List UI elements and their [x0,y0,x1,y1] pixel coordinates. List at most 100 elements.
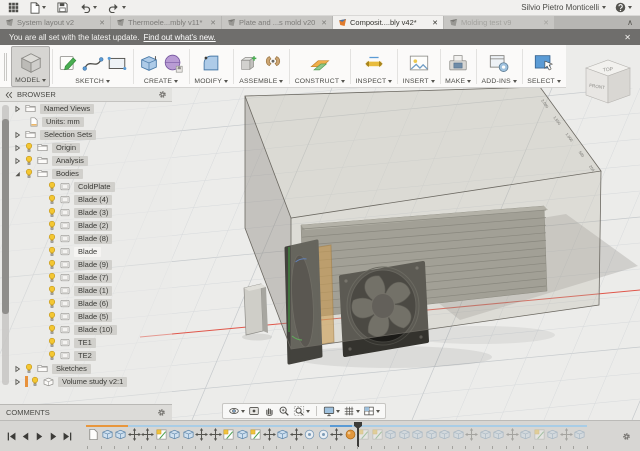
timeline-feature-move[interactable] [465,428,478,441]
timeline-feature-box[interactable] [425,428,438,441]
tree-item-label[interactable]: Blade (6) [74,298,113,309]
bulb-icon[interactable] [48,194,56,205]
bulb-icon[interactable] [48,298,56,309]
bulb-icon[interactable] [48,246,56,257]
browser-tree-row[interactable]: Sketches [0,362,172,375]
tree-item-label[interactable]: ColdPlate [74,181,115,192]
timeline-feature-sketch[interactable] [371,428,384,441]
bulb-icon[interactable] [48,207,56,218]
timeline-feature-box[interactable] [438,428,451,441]
tree-item-label[interactable]: Volume study v2:1 [58,376,128,387]
look-at-button[interactable] [248,405,260,417]
construct-plane-icon[interactable] [309,52,331,74]
browser-scrollbar-thumb[interactable] [2,119,9,314]
comments-panel[interactable]: COMMENTS [0,404,172,420]
inspect-measure-icon[interactable] [363,52,385,74]
timeline-feature-box[interactable] [546,428,559,441]
bulb-icon[interactable] [25,155,33,166]
bulb-icon[interactable] [48,181,56,192]
browser-tree-row[interactable]: Blade (9) [0,258,172,271]
coldplate-body[interactable] [243,283,268,336]
browser-tree-row[interactable]: Blade (7) [0,271,172,284]
toolbar-group-model[interactable]: MODEL [11,46,51,87]
tab-close-button[interactable]: ✕ [432,19,438,27]
bulb-icon[interactable] [48,337,56,348]
timeline-feature-revolve[interactable] [317,428,330,441]
timeline-feature-box[interactable] [236,428,249,441]
tri-right-icon[interactable] [14,105,21,113]
timeline-strip[interactable] [81,422,593,450]
make-print-icon[interactable] [447,52,469,74]
assemble-new-icon[interactable] [238,52,260,74]
timeline-feature-move[interactable] [505,428,519,441]
bulb-icon[interactable] [25,363,33,374]
browser-tree-row[interactable]: Blade (6) [0,297,172,310]
tree-item-label[interactable]: Blade (5) [74,311,113,322]
create-box-icon[interactable] [138,52,160,74]
tab-close-button[interactable]: ✕ [99,19,105,27]
browser-tree-row[interactable]: TE2 [0,349,172,362]
toolbar-group-assemble[interactable]: ASSEMBLE [235,46,287,87]
browser-tree-row[interactable]: Volume study v2:1 [0,375,172,388]
timeline-feature-move[interactable] [559,428,573,441]
zoom-button[interactable] [278,405,290,417]
sketch-rect-icon[interactable] [106,52,128,74]
tab-close-button[interactable]: ✕ [321,19,327,27]
browser-tree-row[interactable]: Named Views [0,102,172,115]
fit-button[interactable] [293,405,310,417]
user-menu[interactable]: Silvio Pietro Monticelli [521,3,606,12]
timeline-feature-sketch[interactable] [249,428,262,441]
browser-tree-row[interactable]: Blade (10) [0,323,172,336]
bulb-icon[interactable] [48,350,56,361]
select-window-icon[interactable] [533,52,555,74]
display-settings-button[interactable] [323,405,340,417]
toolbar-group-inspect[interactable]: INSPECT [353,46,396,87]
bulb-icon[interactable] [25,168,33,179]
play-button[interactable] [47,429,60,443]
timeline-settings-gear-icon[interactable] [622,432,631,441]
browser-settings-gear-icon[interactable] [158,90,167,99]
browser-tree-row[interactable]: Bodies [0,167,172,180]
assemble-joint-icon[interactable] [262,52,284,74]
timeline-feature-box[interactable] [168,428,181,441]
tab-overflow-button[interactable]: ∧ [620,16,640,29]
model-cube-icon[interactable] [19,51,43,75]
help-menu[interactable] [615,2,632,13]
tree-item-label[interactable]: Blade (1) [74,285,113,296]
undo-button[interactable] [79,2,97,13]
tri-right-icon[interactable] [14,131,21,139]
bulb-icon[interactable] [48,311,56,322]
timeline-feature-move[interactable] [330,428,343,441]
step-forward-button[interactable] [33,429,46,443]
tree-item-label[interactable]: Blade (8) [74,233,113,244]
redo-button[interactable] [108,2,126,13]
create-sphere-icon[interactable] [162,52,184,74]
tree-item-label[interactable]: TE2 [74,350,96,361]
timeline-feature-box[interactable] [452,428,465,441]
notification-close-button[interactable]: ✕ [624,33,631,42]
orbit-button[interactable] [228,405,245,417]
tree-item-label[interactable]: Blade (7) [74,272,113,283]
tab-close-button[interactable]: ✕ [210,19,216,27]
timeline-feature-box[interactable] [101,428,114,441]
browser-tree-row[interactable]: Blade (4) [0,193,172,206]
view-cube[interactable]: TOP FRONT [581,56,637,110]
timeline-feature-box[interactable] [276,428,289,441]
browser-scrollbar[interactable] [2,105,9,385]
timeline-feature-move[interactable] [262,428,276,441]
skip-start-button[interactable] [5,429,18,443]
timeline-feature-revolve[interactable] [303,428,316,441]
browser-tree-row[interactable]: Blade (8) [0,232,172,245]
tree-item-label[interactable]: Selection Sets [40,129,96,140]
timeline-feature-box[interactable] [182,428,195,441]
timeline-feature-sketch[interactable] [155,428,168,441]
toolbar-group-insert[interactable]: INSERT [400,46,438,87]
timeline-feature-box[interactable] [519,428,532,441]
timeline-feature-move[interactable] [127,428,141,441]
tab-close-button[interactable]: ✕ [543,19,549,27]
toolbar-group-modify[interactable]: MODIFY [191,46,231,87]
viewports-button[interactable] [363,405,380,417]
tree-item-label[interactable]: TE1 [74,337,96,348]
browser-tree-row[interactable]: Blade (1) [0,284,172,297]
tree-item-label[interactable]: Named Views [40,103,95,114]
